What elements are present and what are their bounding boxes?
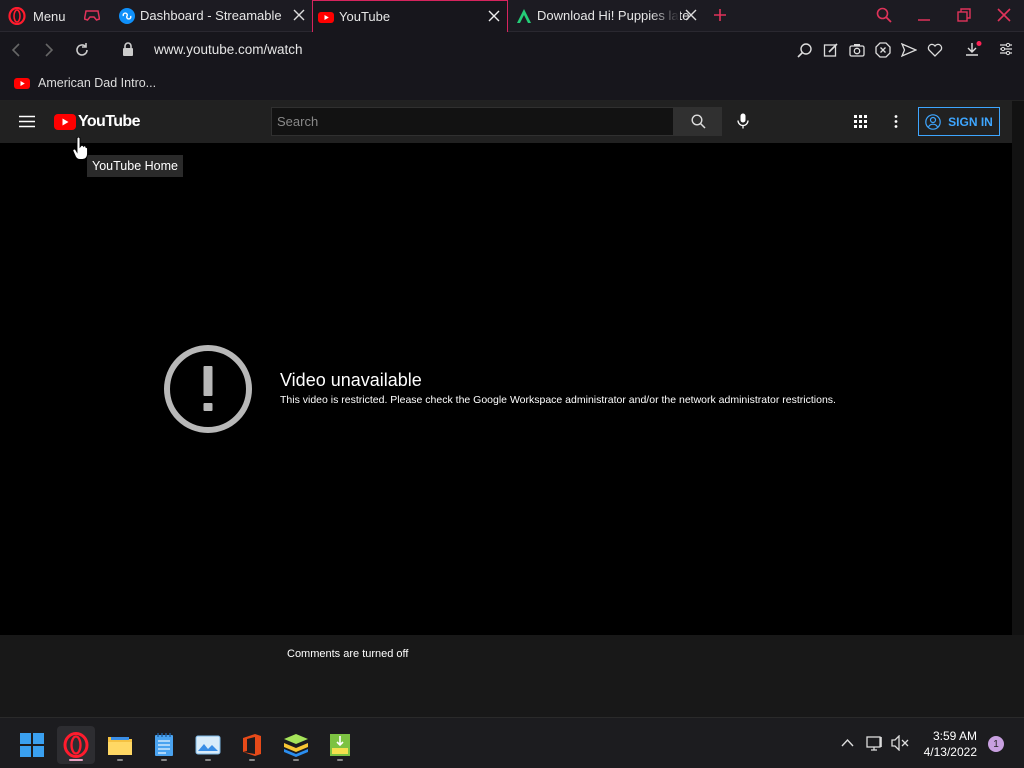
taskbar-office[interactable] <box>233 726 271 764</box>
close-window-icon[interactable] <box>997 8 1011 22</box>
close-tab-icon[interactable] <box>684 8 698 22</box>
network-icon[interactable] <box>866 735 884 751</box>
alert-exclamation-icon <box>163 344 253 434</box>
search-button[interactable] <box>674 107 722 136</box>
sign-in-button[interactable]: SIGN IN <box>918 107 1000 136</box>
new-tab-icon[interactable] <box>713 8 727 22</box>
taskbar-bluestacks[interactable] <box>277 726 315 764</box>
taskbar-opera[interactable] <box>57 726 95 764</box>
clock-time[interactable]: 3:59 AM <box>905 729 977 743</box>
youtube-logo-icon <box>54 114 76 130</box>
search-icon <box>691 114 706 129</box>
apkpure-icon <box>516 8 532 24</box>
heart-icon[interactable] <box>927 42 943 58</box>
lock-icon[interactable] <box>122 42 134 57</box>
office-icon <box>241 733 263 757</box>
search-placeholder: Search <box>277 114 319 129</box>
error-message: This video is restricted. Please check t… <box>280 394 836 406</box>
opera-logo-icon <box>8 7 26 25</box>
url-field[interactable]: www.youtube.com/watch <box>154 42 303 57</box>
streamable-icon <box>119 7 135 24</box>
running-indicator <box>249 759 255 761</box>
youtube-icon <box>14 76 30 90</box>
back-icon[interactable] <box>11 43 23 57</box>
microphone-icon <box>737 113 749 130</box>
more-options-icon[interactable] <box>894 115 898 128</box>
taskbar-photos[interactable] <box>189 726 227 764</box>
windows-start-icon <box>20 733 44 757</box>
running-indicator <box>117 759 123 761</box>
comments-status: Comments are turned off <box>287 648 409 660</box>
running-indicator <box>337 759 343 761</box>
taskbar-start[interactable] <box>13 726 51 764</box>
send-icon[interactable] <box>901 42 917 58</box>
taskbar-archive[interactable] <box>321 726 359 764</box>
tab-fade <box>650 0 680 31</box>
sign-in-label: SIGN IN <box>948 114 993 129</box>
notification-badge[interactable]: 1 <box>988 736 1004 752</box>
taskbar-notepad[interactable] <box>145 726 183 764</box>
chevron-up-icon[interactable] <box>841 738 854 747</box>
bookmark-american-dad[interactable]: American Dad Intro... <box>14 76 156 90</box>
easy-setup-icon[interactable] <box>999 42 1013 56</box>
apps-grid-icon[interactable] <box>854 115 867 128</box>
voice-search-button[interactable] <box>730 107 756 136</box>
youtube-icon <box>318 9 334 25</box>
gamepad-icon[interactable] <box>84 8 100 22</box>
hand-cursor-icon <box>72 137 88 161</box>
snapshot-camera-icon[interactable] <box>849 42 865 58</box>
search-tabs-icon[interactable] <box>876 7 892 23</box>
photos-icon <box>195 735 221 755</box>
bookmark-label: American Dad Intro... <box>38 76 157 90</box>
hamburger-menu-icon[interactable] <box>19 115 35 128</box>
youtube-logo-text: YouTube <box>78 113 140 130</box>
tab-download-hi-puppies[interactable]: Download Hi! Puppies late <box>508 0 704 31</box>
minimize-icon[interactable] <box>917 8 931 22</box>
video-player[interactable] <box>0 143 1012 635</box>
clock-date[interactable]: 4/13/2022 <box>905 745 977 759</box>
running-indicator <box>293 759 299 761</box>
youtube-logo[interactable]: YouTube <box>54 113 140 131</box>
archive-icon <box>329 733 351 757</box>
close-tab-icon[interactable] <box>292 8 306 22</box>
close-tab-icon[interactable] <box>487 9 501 23</box>
adblock-icon[interactable] <box>875 42 891 58</box>
windows-taskbar <box>0 717 1024 768</box>
address-bar-row: www.youtube.com/watch <box>0 32 1024 68</box>
page-scrollbar[interactable] <box>1012 101 1024 635</box>
account-icon <box>925 113 941 130</box>
taskbar-file-explorer[interactable] <box>101 726 139 764</box>
tab-youtube[interactable]: YouTube <box>312 0 508 32</box>
file-explorer-icon <box>107 734 133 756</box>
forward-icon[interactable] <box>42 43 54 57</box>
browser-tab-bar: Menu Dashboard - Streamable YouTube Down… <box>0 0 1024 32</box>
download-icon[interactable] <box>964 41 982 59</box>
menu-label: Menu <box>33 8 66 24</box>
running-indicator <box>161 759 167 761</box>
browser-menu-button[interactable]: Menu <box>8 7 66 25</box>
search-input[interactable]: Search <box>271 107 674 136</box>
bluestacks-icon <box>283 733 309 757</box>
restore-icon[interactable] <box>957 8 971 22</box>
notepad-icon <box>154 733 174 757</box>
below-player-area <box>0 635 1024 717</box>
tab-title: YouTube <box>339 9 391 24</box>
error-title: Video unavailable <box>280 370 422 390</box>
running-indicator <box>69 759 83 761</box>
tab-title: Dashboard - Streamable <box>140 8 282 23</box>
tooltip-youtube-home: YouTube Home <box>87 155 183 177</box>
bookmarks-bar: American Dad Intro... <box>0 68 1024 101</box>
tab-dashboard-streamable[interactable]: Dashboard - Streamable <box>112 0 312 31</box>
edit-icon[interactable] <box>823 42 839 58</box>
zoom-search-icon[interactable] <box>797 42 813 58</box>
opera-icon <box>63 732 89 758</box>
reload-icon[interactable] <box>74 42 90 58</box>
running-indicator <box>205 759 211 761</box>
